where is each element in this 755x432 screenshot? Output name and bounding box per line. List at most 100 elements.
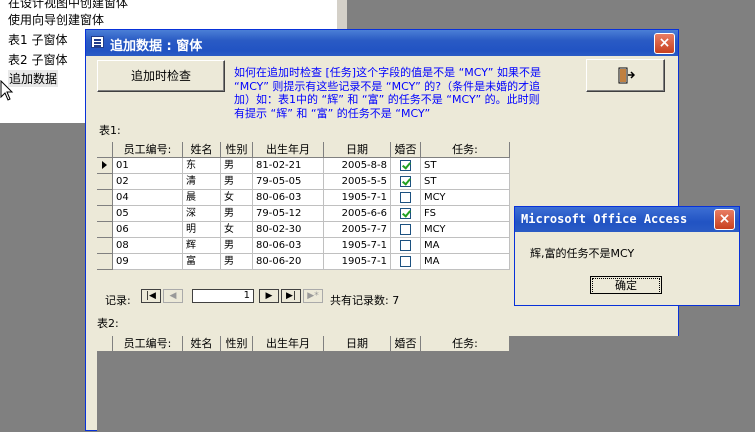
list-item-table2-subform[interactable]: 表2 子窗体 (8, 51, 67, 68)
next-record-button[interactable]: ▶ (259, 289, 279, 303)
married-cell[interactable] (391, 206, 421, 222)
column-header[interactable]: 性别 (221, 336, 253, 352)
row-selector[interactable] (97, 238, 113, 254)
date-cell[interactable]: 2005-5-5 (324, 174, 391, 190)
sex-cell[interactable]: 男 (221, 254, 253, 270)
sex-cell[interactable]: 女 (221, 190, 253, 206)
window-title-bar[interactable]: 追加数据 : 窗体 × (86, 30, 678, 56)
married-checkbox[interactable] (400, 208, 411, 219)
row-selector[interactable] (97, 206, 113, 222)
married-cell[interactable] (391, 238, 421, 254)
select-all-corner[interactable] (97, 142, 113, 158)
married-checkbox[interactable] (400, 256, 411, 267)
name-cell[interactable]: 辉 (183, 238, 221, 254)
task-cell[interactable]: MA (421, 254, 510, 270)
married-cell[interactable] (391, 222, 421, 238)
check-on-append-button[interactable]: 追加时检查 (97, 60, 225, 92)
task-cell[interactable]: ST (421, 174, 510, 190)
column-header[interactable]: 任务: (421, 142, 510, 158)
birth-cell[interactable]: 79-05-12 (253, 206, 324, 222)
birth-cell[interactable]: 80-06-20 (253, 254, 324, 270)
name-cell[interactable]: 明 (183, 222, 221, 238)
column-header[interactable]: 出生年月 (253, 336, 324, 352)
birth-cell[interactable]: 80-06-03 (253, 238, 324, 254)
list-item-create-in-design[interactable]: 在设计视图中创建窗体 (8, 0, 128, 11)
last-record-button[interactable]: ▶| (281, 289, 301, 303)
birth-cell[interactable]: 79-05-05 (253, 174, 324, 190)
column-header[interactable]: 日期 (324, 336, 391, 352)
mouse-cursor-icon (0, 80, 14, 101)
id-cell[interactable]: 02 (113, 174, 183, 190)
married-checkbox[interactable] (400, 192, 411, 203)
sex-cell[interactable]: 女 (221, 222, 253, 238)
dialog-title-bar[interactable]: Microsoft Office Access × (515, 207, 739, 232)
sex-cell[interactable]: 男 (221, 206, 253, 222)
dialog-message: 辉,富的任务不是MCY (530, 247, 635, 260)
sex-cell[interactable]: 男 (221, 174, 253, 190)
dialog-close-button[interactable]: × (714, 209, 735, 230)
task-cell[interactable]: MCY (421, 222, 510, 238)
column-header[interactable]: 姓名 (183, 142, 221, 158)
window-close-button[interactable]: × (654, 33, 675, 54)
name-cell[interactable]: 深 (183, 206, 221, 222)
married-checkbox[interactable] (400, 224, 411, 235)
task-cell[interactable]: ST (421, 158, 510, 174)
birth-cell[interactable]: 80-02-30 (253, 222, 324, 238)
date-cell[interactable]: 1905-7-1 (324, 238, 391, 254)
column-header[interactable]: 任务: (421, 336, 510, 352)
married-cell[interactable] (391, 254, 421, 270)
date-cell[interactable]: 1905-7-1 (324, 254, 391, 270)
married-checkbox[interactable] (400, 160, 411, 171)
id-cell[interactable]: 06 (113, 222, 183, 238)
column-header[interactable]: 出生年月 (253, 142, 324, 158)
sex-cell[interactable]: 男 (221, 238, 253, 254)
column-header[interactable]: 性别 (221, 142, 253, 158)
married-checkbox[interactable] (400, 240, 411, 251)
id-cell[interactable]: 01 (113, 158, 183, 174)
select-all-corner[interactable] (97, 336, 113, 352)
list-item-create-with-wizard[interactable]: 使用向导创建窗体 (8, 11, 104, 28)
column-header[interactable]: 员工编号: (113, 142, 183, 158)
column-header[interactable]: 姓名 (183, 336, 221, 352)
married-cell[interactable] (391, 190, 421, 206)
column-header[interactable]: 员工编号: (113, 336, 183, 352)
list-item-append-data[interactable]: 追加数据 (8, 70, 59, 87)
name-cell[interactable]: 清 (183, 174, 221, 190)
row-selector[interactable] (97, 174, 113, 190)
column-header[interactable]: 婚否 (391, 336, 421, 352)
date-cell[interactable]: 2005-6-6 (324, 206, 391, 222)
ok-button[interactable]: 确定 (590, 276, 662, 294)
list-item-table1-subform[interactable]: 表1 子窗体 (8, 31, 67, 48)
id-cell[interactable]: 05 (113, 206, 183, 222)
married-checkbox[interactable] (400, 176, 411, 187)
married-cell[interactable] (391, 174, 421, 190)
married-cell[interactable] (391, 158, 421, 174)
task-cell[interactable]: MCY (421, 190, 510, 206)
name-cell[interactable]: 晨 (183, 190, 221, 206)
task-cell[interactable]: MA (421, 238, 510, 254)
row-selector[interactable] (97, 158, 113, 174)
date-cell[interactable]: 2005-8-8 (324, 158, 391, 174)
name-cell[interactable]: 东 (183, 158, 221, 174)
id-cell[interactable]: 04 (113, 190, 183, 206)
name-cell[interactable]: 富 (183, 254, 221, 270)
task-cell[interactable]: FS (421, 206, 510, 222)
id-cell[interactable]: 09 (113, 254, 183, 270)
access-message-dialog: Microsoft Office Access × 辉,富的任务不是MCY 确定 (514, 206, 740, 306)
column-header[interactable]: 日期 (324, 142, 391, 158)
sex-cell[interactable]: 男 (221, 158, 253, 174)
new-record-button[interactable]: ▶* (303, 289, 323, 303)
first-record-button[interactable]: |◀ (141, 289, 161, 303)
row-selector[interactable] (97, 190, 113, 206)
date-cell[interactable]: 1905-7-1 (324, 190, 391, 206)
row-selector[interactable] (97, 222, 113, 238)
column-header[interactable]: 婚否 (391, 142, 421, 158)
current-record-field[interactable]: 1 (192, 289, 254, 303)
exit-button[interactable] (586, 59, 665, 92)
row-selector[interactable] (97, 254, 113, 270)
birth-cell[interactable]: 80-06-03 (253, 190, 324, 206)
previous-record-button[interactable]: ◀ (163, 289, 183, 303)
birth-cell[interactable]: 81-02-21 (253, 158, 324, 174)
date-cell[interactable]: 2005-7-7 (324, 222, 391, 238)
id-cell[interactable]: 08 (113, 238, 183, 254)
